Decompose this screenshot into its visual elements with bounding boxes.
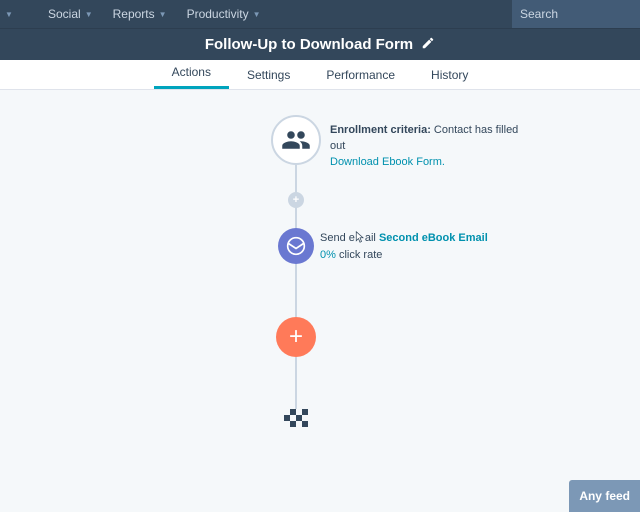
edit-title-icon[interactable] <box>421 36 435 54</box>
connector-line <box>295 264 297 317</box>
click-rate-value: 0% <box>320 249 336 261</box>
workflow-canvas[interactable]: Enrollment criteria: Contact has filled … <box>0 90 640 512</box>
tab-settings[interactable]: Settings <box>229 61 308 89</box>
nav-item-productivity[interactable]: Productivity▼ <box>177 0 271 28</box>
tab-actions[interactable]: Actions <box>154 58 229 89</box>
workflow-end-marker <box>284 409 308 427</box>
send-email-description: Send eail Second eBook Email 0% click ra… <box>320 230 488 263</box>
feedback-button[interactable]: Any feed <box>569 480 640 512</box>
top-menu: Social▼ Reports▼ Productivity▼ <box>38 0 271 28</box>
enrollment-description: Enrollment criteria: Contact has filled … <box>330 123 530 171</box>
enrollment-form-link[interactable]: Download Ebook Form. <box>330 156 445 168</box>
nav-item-reports[interactable]: Reports▼ <box>103 0 177 28</box>
send-email-node[interactable] <box>278 228 314 264</box>
cursor-icon <box>355 231 365 243</box>
search-input[interactable] <box>512 0 640 28</box>
mail-icon <box>286 236 306 256</box>
caret-down-icon: ▼ <box>159 10 167 19</box>
top-nav-bar: ▼ Social▼ Reports▼ Productivity▼ <box>0 0 640 28</box>
tab-performance[interactable]: Performance <box>308 61 413 89</box>
workflow-title: Follow-Up to Download Form <box>205 36 413 53</box>
add-action-button[interactable]: + <box>276 317 316 357</box>
nav-overflow-caret[interactable]: ▼ <box>0 0 18 28</box>
tab-bar: Actions Settings Performance History <box>0 60 640 90</box>
caret-down-icon: ▼ <box>253 10 261 19</box>
nav-item-social[interactable]: Social▼ <box>38 0 103 28</box>
page-title-bar: Follow-Up to Download Form <box>0 28 640 60</box>
email-template-link[interactable]: Second eBook Email <box>379 232 488 244</box>
enrollment-trigger-node[interactable] <box>271 115 321 165</box>
insert-step-button[interactable]: + <box>288 192 304 208</box>
people-icon <box>281 125 311 155</box>
connector-line <box>295 357 297 409</box>
tab-history[interactable]: History <box>413 61 486 89</box>
caret-down-icon: ▼ <box>85 10 93 19</box>
